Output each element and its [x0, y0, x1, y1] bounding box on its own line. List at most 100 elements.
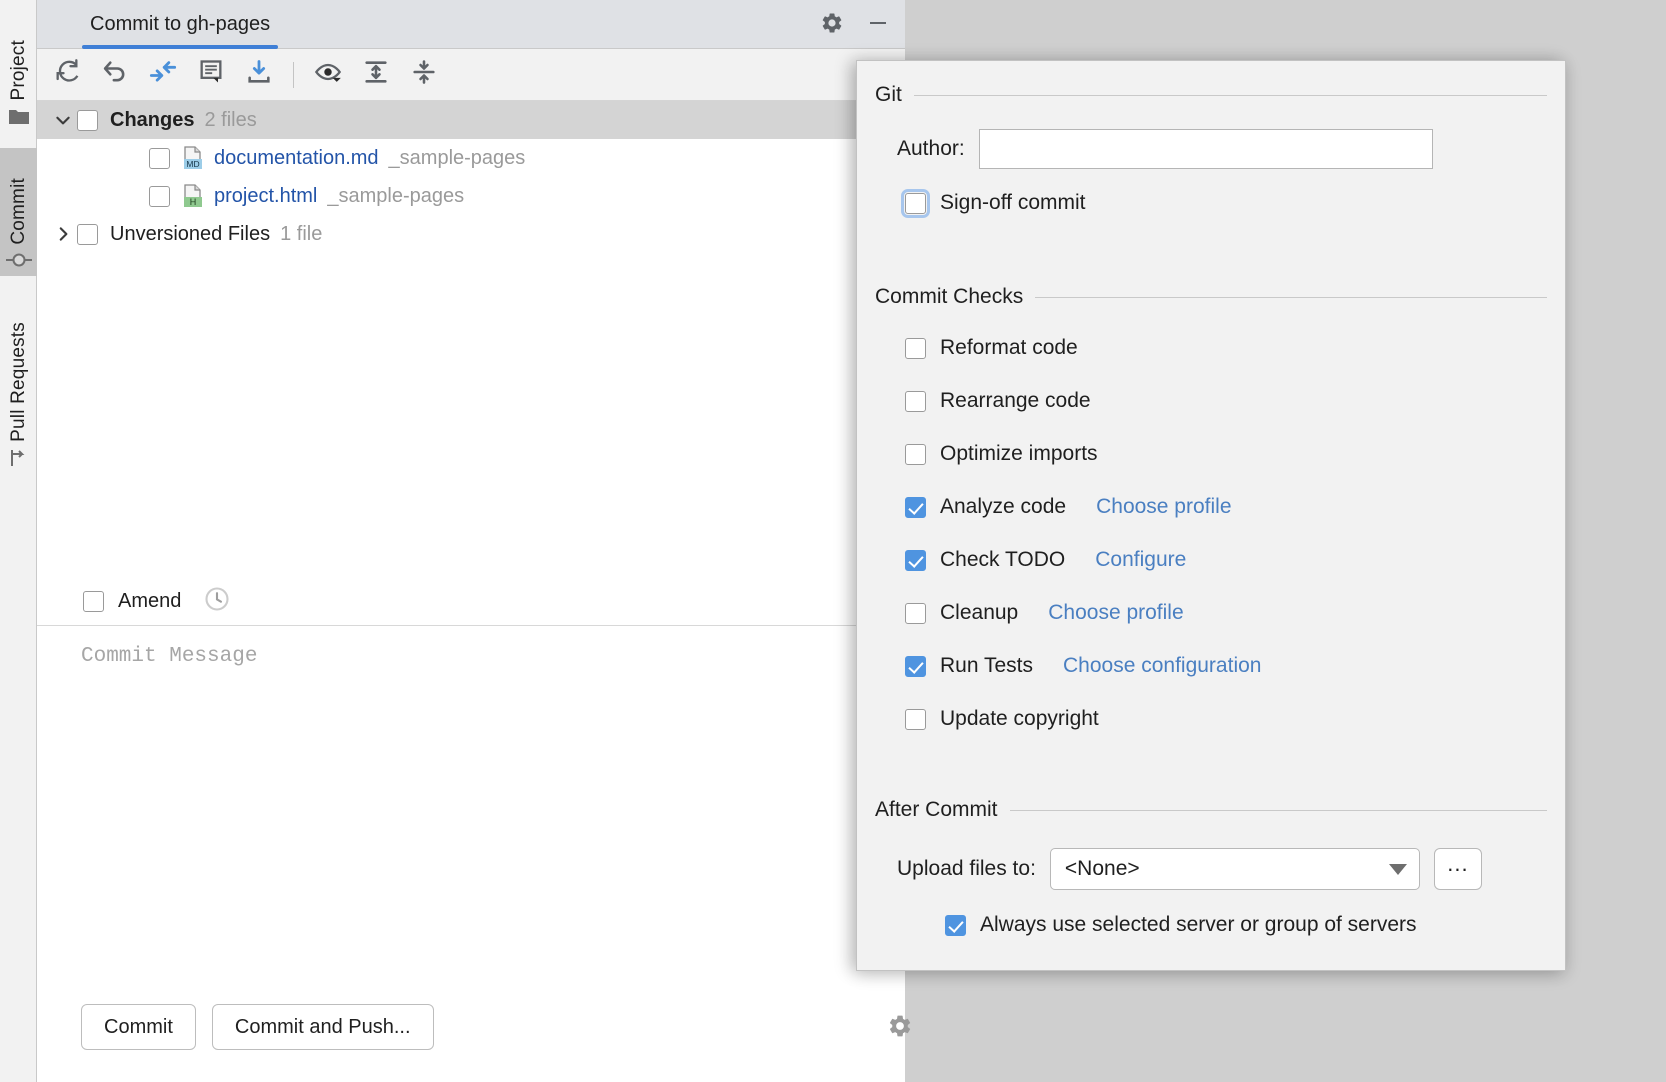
cleanup-checkbox[interactable]	[905, 602, 926, 624]
author-row: Author:	[897, 129, 1545, 169]
analyze-code-checkbox[interactable]	[905, 496, 926, 518]
always-use-server-label: Always use selected server or group of s…	[980, 913, 1417, 936]
minimize-button[interactable]	[863, 10, 893, 40]
reformat-code-label: Reformat code	[940, 336, 1078, 359]
edit-changelist-button[interactable]	[189, 55, 233, 95]
folder-icon	[8, 107, 30, 132]
refresh-icon	[53, 58, 81, 91]
commit-message-input[interactable]: Commit Message	[37, 627, 905, 955]
commit-node-icon	[5, 251, 32, 274]
check-analyze-code-row[interactable]: Analyze code Choose profile	[905, 495, 1232, 519]
group-divider	[1009, 809, 1547, 811]
group-title: After Commit	[875, 798, 998, 821]
run-tests-label: Run Tests	[940, 654, 1033, 677]
upload-files-label: Upload files to:	[897, 857, 1036, 880]
commit-button[interactable]: Commit	[81, 1004, 196, 1050]
show-diff-button[interactable]	[141, 55, 185, 95]
svg-text:MD: MD	[186, 159, 199, 169]
group-title: Commit Checks	[875, 285, 1024, 308]
markdown-file-icon: MD	[180, 145, 206, 171]
check-todo-checkbox[interactable]	[905, 549, 926, 571]
changes-group-count: 2 files	[204, 108, 257, 131]
signoff-commit-checkbox-row[interactable]: Sign-off commit	[901, 188, 1086, 218]
undo-icon	[101, 58, 129, 91]
signoff-commit-label: Sign-off commit	[940, 191, 1086, 214]
table-row[interactable]: H project.html _sample-pages	[37, 177, 905, 215]
table-row[interactable]: MD documentation.md _sample-pages	[37, 139, 905, 177]
amend-checkbox[interactable]	[83, 591, 104, 612]
signoff-commit-checkbox[interactable]	[901, 188, 930, 218]
changes-group-checkbox[interactable]	[77, 109, 98, 131]
file-checkbox[interactable]	[149, 147, 170, 169]
file-path: _sample-pages	[327, 184, 465, 207]
file-checkbox[interactable]	[149, 185, 170, 207]
reformat-code-checkbox[interactable]	[905, 337, 926, 359]
download-icon	[245, 58, 273, 91]
settings-gear-button[interactable]	[817, 10, 847, 40]
always-use-server-row[interactable]: Always use selected server or group of s…	[945, 913, 1417, 937]
unversioned-group-checkbox[interactable]	[77, 223, 98, 245]
sidebar-item-project[interactable]: Project	[0, 4, 37, 134]
commit-options-gear-button[interactable]	[882, 1008, 918, 1044]
rearrange-code-checkbox[interactable]	[905, 390, 926, 412]
sidebar-item-pull-requests[interactable]: Pull Requests	[0, 290, 37, 475]
author-field[interactable]	[978, 129, 1433, 169]
amend-label: Amend	[118, 590, 182, 612]
group-divider	[913, 94, 1547, 96]
group-divider	[1035, 296, 1547, 298]
chevron-down-icon[interactable]	[49, 111, 77, 129]
optimize-imports-checkbox[interactable]	[905, 443, 926, 465]
run-tests-choose-configuration-link[interactable]: Choose configuration	[1063, 654, 1261, 678]
upload-server-value: <None>	[1064, 857, 1140, 880]
browse-servers-button[interactable]: ...	[1433, 848, 1482, 890]
check-cleanup-row[interactable]: Cleanup Choose profile	[905, 601, 1184, 625]
check-optimize-imports-row[interactable]: Optimize imports	[905, 442, 1098, 466]
file-name[interactable]: documentation.md	[214, 147, 379, 170]
analyze-code-label: Analyze code	[940, 495, 1067, 518]
check-update-copyright-row[interactable]: Update copyright	[905, 707, 1099, 731]
diff-arrows-icon	[149, 58, 177, 91]
upload-server-select[interactable]: <None>	[1049, 848, 1420, 890]
group-title: Git	[875, 83, 902, 106]
check-run-tests-row[interactable]: Run Tests Choose configuration	[905, 654, 1261, 678]
sidebar-item-label: Commit	[7, 178, 29, 245]
collapse-all-button[interactable]	[402, 55, 446, 95]
chevron-right-icon[interactable]	[49, 225, 77, 243]
expand-all-icon	[362, 58, 390, 91]
group-header-git: Git	[875, 83, 1547, 107]
unversioned-group-count: 1 file	[280, 222, 323, 245]
note-icon	[197, 58, 225, 91]
tab-commit-to-branch[interactable]: Commit to gh-pages	[82, 0, 279, 49]
commit-toolbar	[37, 49, 905, 101]
analyze-code-choose-profile-link[interactable]: Choose profile	[1096, 495, 1231, 519]
preview-diff-button[interactable]	[306, 55, 350, 95]
gear-icon	[820, 11, 844, 40]
expand-all-button[interactable]	[354, 55, 398, 95]
check-todo-row[interactable]: Check TODO Configure	[905, 548, 1186, 572]
check-todo-configure-link[interactable]: Configure	[1095, 548, 1186, 572]
tree-node-changes[interactable]: Changes 2 files	[37, 101, 905, 139]
check-rearrange-code-row[interactable]: Rearrange code	[905, 389, 1091, 413]
sidebar-item-commit[interactable]: Commit	[0, 148, 37, 276]
cleanup-choose-profile-link[interactable]: Choose profile	[1048, 601, 1183, 625]
group-header-after-commit: After Commit	[875, 798, 1547, 822]
check-reformat-code-row[interactable]: Reformat code	[905, 336, 1078, 360]
update-copyright-checkbox[interactable]	[905, 708, 926, 730]
tree-node-unversioned-files[interactable]: Unversioned Files 1 file	[37, 215, 905, 253]
changes-group-label: Changes	[110, 108, 195, 131]
chevron-down-icon	[1388, 863, 1407, 875]
svg-text:H: H	[190, 197, 197, 207]
commit-message-placeholder: Commit Message	[81, 645, 258, 668]
changes-tree: Changes 2 files MD documentation.md _sam…	[37, 101, 905, 578]
tool-window-strip: Project Commit Pull Requests	[0, 0, 37, 1082]
file-name[interactable]: project.html	[214, 185, 317, 208]
run-tests-checkbox[interactable]	[905, 655, 926, 677]
shelve-changes-button[interactable]	[237, 55, 281, 95]
rollback-button[interactable]	[93, 55, 137, 95]
always-use-server-checkbox[interactable]	[945, 914, 966, 936]
commit-and-push-button[interactable]: Commit and Push...	[211, 1004, 434, 1050]
clock-icon[interactable]	[203, 585, 231, 618]
check-todo-label: Check TODO	[940, 548, 1066, 571]
amend-bar: Amend	[37, 578, 905, 626]
refresh-changes-button[interactable]	[45, 55, 89, 95]
